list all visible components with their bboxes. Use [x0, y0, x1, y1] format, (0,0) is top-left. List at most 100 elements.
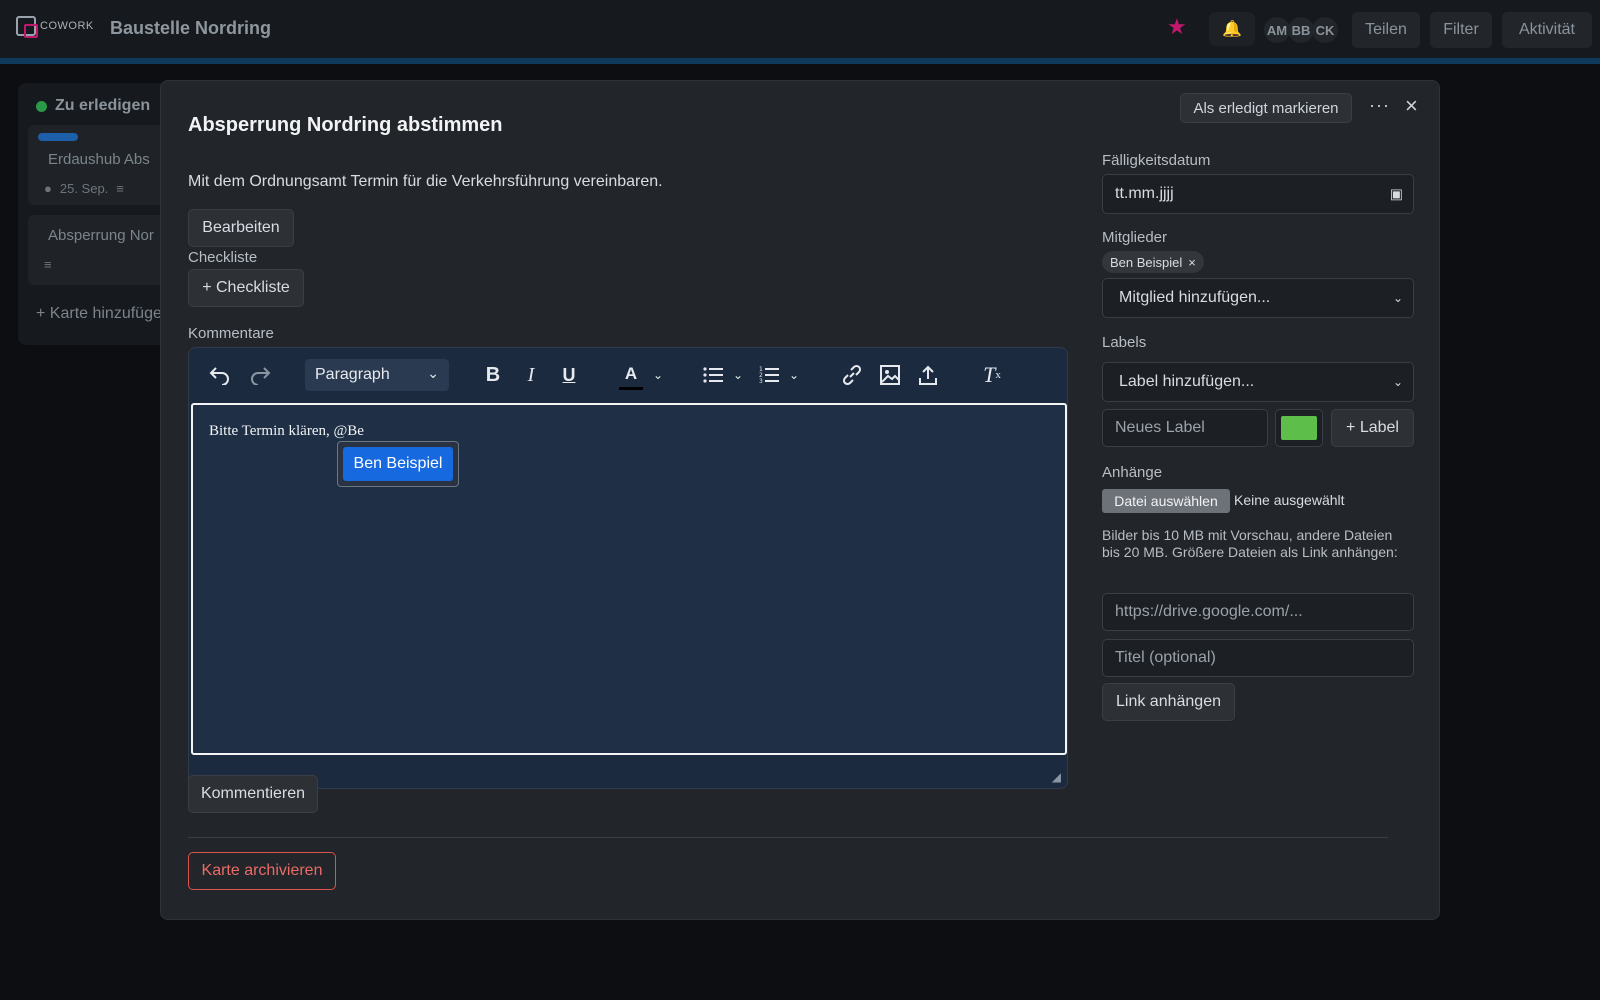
header-divider [0, 58, 1600, 64]
bell-icon: 🔔 [1222, 21, 1242, 38]
add-label-select[interactable]: Label hinzufügen... ⌄ [1102, 362, 1414, 402]
avatar[interactable]: BB [1288, 17, 1314, 43]
list-title-text: Zu erledigen [55, 97, 151, 114]
labels-label: Labels [1102, 334, 1147, 351]
bold-icon[interactable]: B [481, 360, 505, 390]
app-logo[interactable]: COWORK [16, 16, 94, 38]
block-format-value: Paragraph [315, 366, 390, 383]
link-title-input[interactable]: Titel (optional) [1102, 639, 1414, 677]
avatar[interactable]: AM [1264, 17, 1290, 43]
top-bar: COWORK Baustelle Nordring ★ 🔔 AM BB CK T… [0, 0, 1600, 58]
archive-card-button[interactable]: Karte archivieren [188, 852, 336, 890]
member-chip: Ben Beispiel × [1102, 251, 1204, 273]
chevron-down-icon: ⌄ [1392, 375, 1403, 389]
chevron-down-icon[interactable]: ⌄ [731, 360, 745, 390]
clear-formatting-icon[interactable]: Tx [979, 360, 1005, 390]
image-icon[interactable] [877, 360, 903, 390]
text-color-icon[interactable]: A [619, 360, 643, 390]
label-color-swatch [1281, 416, 1317, 440]
star-icon[interactable]: ★ [1167, 16, 1187, 38]
card-title: Absperrung Nor [48, 227, 154, 244]
chevron-down-icon: ⌄ [427, 365, 439, 381]
close-icon[interactable]: × [1405, 95, 1418, 117]
block-format-select[interactable]: Paragraph ⌄ [305, 359, 449, 391]
new-label-input[interactable]: Neues Label [1102, 409, 1268, 447]
add-member-value: Mitglied hinzufügen... [1119, 289, 1271, 306]
remove-member-icon[interactable]: × [1188, 255, 1196, 270]
link-url-placeholder: https://drive.google.com/... [1115, 603, 1303, 620]
board-title: Baustelle Nordring [110, 18, 272, 38]
logo-text: COWORK [40, 20, 94, 32]
add-label-value: Label hinzufügen... [1119, 373, 1255, 390]
new-label-placeholder: Neues Label [1115, 419, 1205, 436]
choose-file-button[interactable]: Datei auswählen [1102, 489, 1230, 513]
members-label: Mitglieder [1102, 229, 1168, 246]
filter-button[interactable]: Filter [1430, 12, 1492, 48]
description-icon: ≡ [116, 181, 124, 196]
underline-icon[interactable]: U [557, 360, 581, 390]
due-date-input[interactable]: tt.mm.jjjj ▣ [1102, 174, 1414, 214]
share-button[interactable]: Teilen [1352, 12, 1420, 48]
card-date: 25. Sep. [59, 181, 109, 196]
card-detail-modal: Absperrung Nordring abstimmen Als erledi… [160, 80, 1440, 920]
add-card-button[interactable]: + Karte hinzufüge [36, 305, 162, 323]
member-avatars: AM BB CK [1264, 17, 1338, 43]
attachment-hint: Bilder bis 10 MB mit Vorschau, andere Da… [1102, 527, 1398, 560]
undo-icon[interactable] [207, 360, 233, 390]
list-card[interactable]: Erdaushub Abs ● 25. Sep. ≡ [28, 125, 168, 205]
due-date-label: Fälligkeitsdatum [1102, 152, 1211, 169]
add-member-select[interactable]: Mitglied hinzufügen... ⌄ [1102, 278, 1414, 318]
bullet-list-icon[interactable] [701, 360, 725, 390]
card-meta: ● 25. Sep. ≡ [44, 181, 124, 196]
link-url-input[interactable]: https://drive.google.com/... [1102, 593, 1414, 631]
mention-suggestion-item[interactable]: Ben Beispiel [343, 447, 453, 481]
link-title-placeholder: Titel (optional) [1115, 649, 1216, 666]
label-color-picker[interactable] [1275, 409, 1323, 447]
card-label-bar [38, 133, 78, 141]
due-date-value: tt.mm.jjjj [1115, 185, 1174, 202]
member-chip-label: Ben Beispiel [1110, 254, 1183, 270]
link-icon[interactable] [839, 360, 865, 390]
comment-editor: Paragraph ⌄ B I U A ⌄ ⌄ 123 ⌄ T x Bitte … [188, 347, 1068, 789]
mention-suggestions: Ben Beispiel [337, 441, 459, 487]
checklist-label: Checkliste [188, 249, 258, 266]
list-card[interactable]: Absperrung Nor ≡ [28, 215, 168, 285]
chevron-down-icon[interactable]: ⌄ [651, 360, 665, 390]
comment-input[interactable]: Bitte Termin klären, @Be Ben Beispiel [191, 403, 1067, 755]
add-checklist-button[interactable]: + Checkliste [188, 269, 304, 307]
list-column: Zu erledigen Erdaushub Abs ● 25. Sep. ≡ … [18, 83, 178, 345]
numbered-list-icon[interactable]: 123 [757, 360, 781, 390]
mention-suggestion-label: Ben Beispiel [353, 455, 443, 472]
no-file-text: Keine ausgewählt [1234, 492, 1345, 508]
edit-description-button[interactable]: Bearbeiten [188, 209, 294, 247]
more-options-icon[interactable]: ··· [1369, 95, 1390, 116]
svg-text:3: 3 [759, 378, 763, 384]
chevron-down-icon[interactable]: ⌄ [787, 360, 801, 390]
footer-divider [188, 837, 1388, 838]
editor-toolbar: Paragraph ⌄ B I U A ⌄ ⌄ 123 ⌄ T x [189, 348, 1067, 402]
activity-button[interactable]: Aktivität [1502, 12, 1592, 48]
comment-text: Bitte Termin klären, @Be [209, 423, 364, 439]
upload-icon[interactable] [915, 360, 941, 390]
description-icon: ≡ [44, 257, 52, 272]
notifications-button[interactable]: 🔔 [1209, 12, 1255, 46]
card-title: Erdaushub Abs [48, 151, 150, 168]
card-description: Mit dem Ordnungsamt Termin für die Verke… [188, 173, 663, 190]
italic-icon[interactable]: I [519, 360, 543, 390]
attachments-label: Anhänge [1102, 464, 1163, 481]
status-dot-icon [36, 100, 47, 112]
chevron-down-icon: ⌄ [1392, 291, 1403, 305]
add-label-button[interactable]: + Label [1331, 409, 1414, 447]
comments-label: Kommentare [188, 325, 274, 342]
attach-link-button[interactable]: Link anhängen [1102, 683, 1235, 721]
list-title[interactable]: Zu erledigen [36, 97, 150, 115]
redo-icon[interactable] [247, 360, 273, 390]
card-title-heading[interactable]: Absperrung Nordring abstimmen [188, 114, 502, 137]
calendar-icon[interactable]: ▣ [1390, 186, 1403, 203]
resize-handle-icon[interactable]: ◢ [1052, 770, 1061, 784]
logo-icon [16, 16, 38, 38]
comment-submit-button[interactable]: Kommentieren [188, 775, 318, 813]
mark-done-button[interactable]: Als erledigt markieren [1180, 93, 1352, 123]
avatar[interactable]: CK [1312, 17, 1338, 43]
clock-icon: ● [44, 181, 52, 196]
